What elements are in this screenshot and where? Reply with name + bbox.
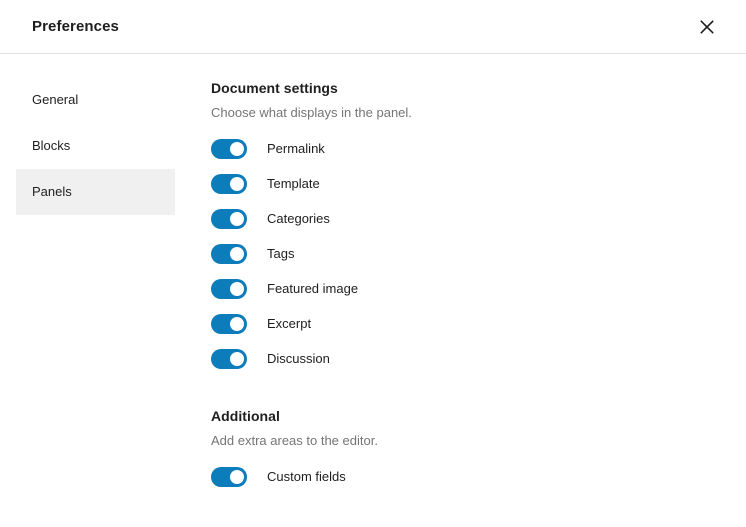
section-title: Document settings	[211, 80, 338, 96]
sidebar-item-panels[interactable]: Panels	[16, 169, 175, 215]
toggle-row[interactable]: Template	[211, 174, 547, 194]
toggle-row[interactable]: Featured image	[211, 279, 547, 299]
toggle-row[interactable]: Custom fields	[211, 467, 547, 487]
toggle-label: Tags	[267, 246, 295, 261]
toggle-list: Custom fields	[211, 467, 547, 487]
modal-body: General Blocks Panels Document settings Cho…	[0, 54, 746, 527]
preferences-content: Document settings Choose what displays in…	[195, 54, 746, 527]
section-help-text: Add extra areas to the editor.	[211, 433, 378, 448]
toggle-knob	[230, 470, 244, 484]
sidebar-nav-item: Blocks	[0, 123, 195, 169]
sidebar-nav-list: General Blocks Panels	[0, 77, 195, 215]
toggle-switch-template[interactable]	[211, 174, 247, 194]
toggle-knob	[230, 282, 244, 296]
toggle-switch-custom-fields[interactable]	[211, 467, 247, 487]
toggle-label: Discussion	[267, 351, 330, 366]
toggle-knob	[230, 317, 244, 331]
sidebar-nav-item: Panels	[0, 169, 195, 215]
preferences-sidebar: General Blocks Panels	[0, 54, 195, 527]
toggle-switch-discussion[interactable]	[211, 349, 247, 369]
page-title: Preferences	[32, 18, 119, 35]
settings-section: Additional Add extra areas to the editor.…	[211, 406, 547, 487]
toggle-switch-excerpt[interactable]	[211, 314, 247, 334]
toggle-list: Permalink Template Categories Tags Featured …	[211, 139, 547, 369]
section-title: Additional	[211, 408, 280, 424]
modal-header: Preferences	[0, 0, 746, 54]
toggle-label: Template	[267, 176, 320, 191]
toggle-label: Custom fields	[267, 469, 346, 484]
preferences-modal: Preferences General Blocks Panels Document…	[0, 0, 746, 527]
sidebar-item-label: General	[32, 92, 79, 107]
sections-container: Document settings Choose what displays in…	[211, 78, 547, 487]
toggle-knob	[230, 177, 244, 191]
sidebar-item-label: Panels	[32, 184, 72, 199]
toggle-knob	[230, 247, 244, 261]
toggle-knob	[230, 352, 244, 366]
toggle-row[interactable]: Excerpt	[211, 314, 547, 334]
toggle-row[interactable]: Discussion	[211, 349, 547, 369]
section-help-text: Choose what displays in the panel.	[211, 105, 412, 120]
toggle-knob	[230, 142, 244, 156]
toggle-label: Categories	[267, 211, 330, 226]
toggle-label: Featured image	[267, 281, 359, 296]
close-icon	[700, 20, 714, 34]
toggle-row[interactable]: Tags	[211, 244, 547, 264]
settings-section: Document settings Choose what displays in…	[211, 78, 547, 369]
sidebar-item-blocks[interactable]: Blocks	[16, 123, 175, 169]
toggle-row[interactable]: Permalink	[211, 139, 547, 159]
toggle-switch-tags[interactable]	[211, 244, 247, 264]
sidebar-nav-item: General	[0, 77, 195, 123]
toggle-label: Permalink	[267, 141, 325, 156]
toggle-knob	[230, 212, 244, 226]
toggle-switch-permalink[interactable]	[211, 139, 247, 159]
sidebar-item-general[interactable]: General	[16, 77, 175, 123]
toggle-switch-featured-image[interactable]	[211, 279, 247, 299]
sidebar-item-label: Blocks	[32, 138, 71, 153]
toggle-switch-categories[interactable]	[211, 209, 247, 229]
close-button[interactable]	[689, 9, 725, 45]
toggle-label: Excerpt	[267, 316, 312, 331]
toggle-row[interactable]: Categories	[211, 209, 547, 229]
